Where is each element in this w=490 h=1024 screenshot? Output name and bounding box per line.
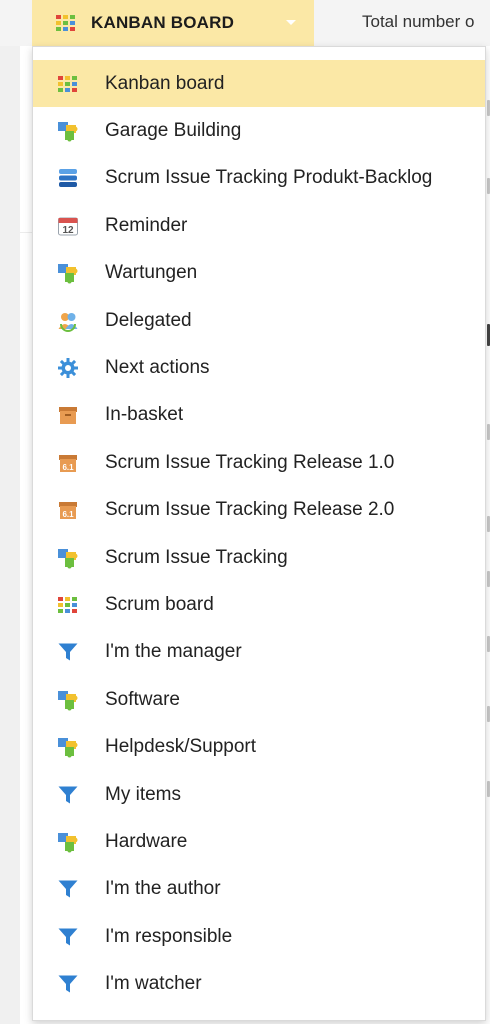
filter-icon	[57, 926, 79, 948]
menu-item-label: In-basket	[105, 404, 184, 426]
menu-item-label: Scrum board	[105, 593, 214, 615]
menu-item-label: Software	[105, 688, 180, 710]
menu-item-label: Kanban board	[105, 72, 225, 94]
menu-item-label: Scrum Issue Tracking Produkt-Backlog	[105, 167, 433, 189]
release-icon: 6.1	[57, 452, 79, 474]
menu-item-scrum-issue-tracking-produkt-backlog[interactable]: Scrum Issue Tracking Produkt-Backlog	[33, 155, 485, 202]
background-left-strip	[0, 0, 21, 1024]
delegate-icon	[57, 310, 79, 332]
menu-item-label: Wartungen	[105, 262, 198, 284]
svg-text:6.1: 6.1	[62, 463, 74, 472]
kanban-grid-icon	[57, 73, 79, 95]
menu-item-label: Garage Building	[105, 120, 242, 142]
chevron-down-icon	[286, 20, 296, 25]
menu-item-next-actions[interactable]: Next actions	[33, 344, 485, 391]
filter-icon	[57, 973, 79, 995]
menu-item-i-m-the-manager[interactable]: I'm the manager	[33, 629, 485, 676]
menu-item-label: My items	[105, 783, 181, 805]
board-selector-button[interactable]: KANBAN BOARD	[32, 0, 314, 46]
menu-item-label: I'm the manager	[105, 641, 242, 663]
gear-icon	[57, 357, 79, 379]
menu-item-scrum-issue-tracking-release-2-0[interactable]: 6.1 Scrum Issue Tracking Release 2.0	[33, 487, 485, 534]
menu-item-kanban-board[interactable]: Kanban board	[33, 60, 485, 108]
menu-item-software[interactable]: Software	[33, 676, 485, 723]
puzzle-icon	[57, 262, 79, 284]
menu-item-label: Reminder	[105, 214, 188, 236]
board-selector-label: KANBAN BOARD	[91, 13, 235, 32]
stack-icon	[57, 167, 79, 189]
menu-item-wartungen[interactable]: Wartungen	[33, 250, 485, 297]
menu-item-label: Helpdesk/Support	[105, 736, 257, 758]
menu-item-i-m-watcher[interactable]: I'm watcher	[33, 960, 485, 1007]
kanban-grid-icon	[57, 594, 79, 616]
board-menu-list: Kanban board Garage Building Scrum Issue T…	[33, 60, 485, 1008]
filter-icon	[57, 641, 79, 663]
menu-item-label: Hardware	[105, 830, 188, 852]
menu-item-scrum-board[interactable]: Scrum board	[33, 581, 485, 628]
menu-item-i-m-the-author[interactable]: I'm the author	[33, 866, 485, 913]
puzzle-icon	[57, 689, 79, 711]
menu-item-label: I'm watcher	[105, 973, 202, 995]
calendar-icon: 12	[57, 215, 79, 237]
menu-item-label: Scrum Issue Tracking	[105, 546, 288, 568]
puzzle-icon	[57, 547, 79, 569]
puzzle-icon	[57, 120, 79, 142]
top-bar: KANBAN BOARD Total number o	[0, 0, 490, 46]
menu-item-label: Delegated	[105, 309, 192, 331]
menu-item-label: Scrum Issue Tracking Release 2.0	[105, 499, 395, 521]
puzzle-icon	[57, 831, 79, 853]
menu-item-scrum-issue-tracking[interactable]: Scrum Issue Tracking	[33, 534, 485, 581]
menu-item-helpdesk-support[interactable]: Helpdesk/Support	[33, 723, 485, 770]
basket-icon	[57, 404, 79, 426]
menu-item-in-basket[interactable]: In-basket	[33, 392, 485, 439]
filter-icon	[57, 878, 79, 900]
svg-text:12: 12	[62, 225, 74, 236]
menu-item-delegated[interactable]: Delegated	[33, 297, 485, 344]
kanban-grid-icon	[56, 15, 76, 31]
menu-item-garage-building[interactable]: Garage Building	[33, 107, 485, 154]
total-number-label: Total number o	[362, 12, 475, 31]
menu-item-reminder[interactable]: 12 Reminder	[33, 202, 485, 249]
svg-text:6.1: 6.1	[62, 510, 74, 519]
puzzle-icon	[57, 736, 79, 758]
filter-icon	[57, 784, 79, 806]
menu-item-my-items[interactable]: My items	[33, 771, 485, 818]
menu-item-label: I'm responsible	[105, 925, 233, 947]
menu-item-scrum-issue-tracking-release-1-0[interactable]: 6.1 Scrum Issue Tracking Release 1.0	[33, 439, 485, 486]
menu-item-hardware[interactable]: Hardware	[33, 818, 485, 865]
menu-item-label: I'm the author	[105, 878, 221, 900]
board-dropdown-menu: Kanban board Garage Building Scrum Issue T…	[32, 46, 486, 1021]
release-icon: 6.1	[57, 499, 79, 521]
menu-item-i-m-responsible[interactable]: I'm responsible	[33, 913, 485, 960]
menu-item-label: Next actions	[105, 357, 210, 379]
menu-item-label: Scrum Issue Tracking Release 1.0	[105, 451, 395, 473]
